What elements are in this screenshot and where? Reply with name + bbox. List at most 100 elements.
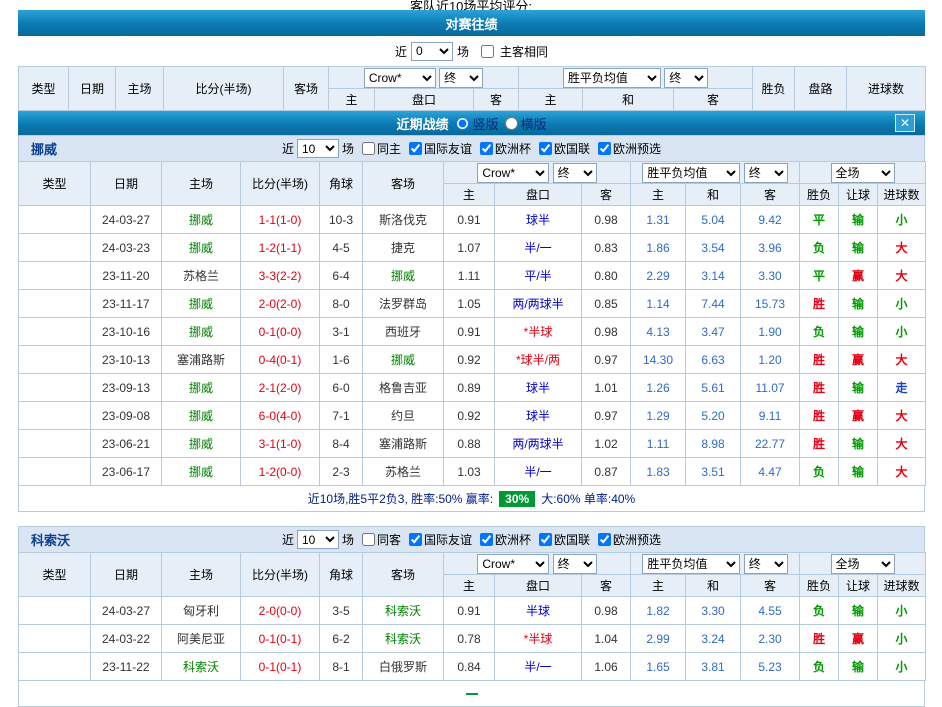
asian-result-cell: 输 bbox=[839, 374, 878, 402]
competition-checkbox[interactable] bbox=[480, 533, 493, 546]
corner-cell: 8-0 bbox=[320, 290, 363, 318]
corner-cell: 2-3 bbox=[320, 458, 363, 486]
same-venue-checkbox[interactable] bbox=[362, 142, 375, 155]
col-score: 比分(半场) bbox=[241, 162, 320, 206]
mean-odds-select[interactable]: 胜平负均值 bbox=[642, 163, 740, 183]
date-cell: 23-06-21 bbox=[91, 430, 162, 458]
period-select[interactable]: 全场 bbox=[831, 554, 895, 574]
col-result: 胜负 bbox=[800, 184, 839, 206]
matches-label: 场 bbox=[457, 43, 469, 60]
competition-cell: 欧洲杯 bbox=[19, 318, 91, 346]
asian-result-cell: 输 bbox=[839, 430, 878, 458]
away-team-cell: 挪威 bbox=[363, 262, 444, 290]
date-cell: 23-10-13 bbox=[91, 346, 162, 374]
competition-cell: 国际友谊 bbox=[19, 402, 91, 430]
same-venue-checkbox[interactable] bbox=[362, 533, 375, 546]
mean-away-cell: 2.30 bbox=[741, 625, 800, 653]
col-mean-home: 主 bbox=[631, 575, 686, 597]
col-handicap: 盘口 bbox=[495, 575, 582, 597]
competition-checkbox[interactable] bbox=[409, 142, 422, 155]
date-cell: 23-11-22 bbox=[91, 653, 162, 681]
goals-cell: 大 bbox=[878, 262, 926, 290]
score-cell: 0-1(0-1) bbox=[241, 625, 320, 653]
home-odds-cell: 0.84 bbox=[444, 653, 495, 681]
competition-checkbox[interactable] bbox=[409, 533, 422, 546]
home-team-cell: 挪威 bbox=[162, 290, 241, 318]
win-rate-badge: 30% bbox=[499, 491, 535, 507]
mean-draw-cell: 5.20 bbox=[686, 402, 741, 430]
mean-draw-cell: 3.30 bbox=[686, 597, 741, 625]
col-home-odds: 主 bbox=[444, 575, 495, 597]
col-goals: 进球数 bbox=[878, 575, 926, 597]
mean-home-cell: 1.14 bbox=[631, 290, 686, 318]
final-mean-select[interactable]: 终 bbox=[744, 554, 788, 574]
mean-odds-select[interactable]: 胜平负均值 bbox=[642, 554, 740, 574]
final-mean-select[interactable]: 终 bbox=[744, 163, 788, 183]
mean-odds-select[interactable]: 胜平负均值 bbox=[563, 68, 661, 88]
final-odds-select[interactable]: 终 bbox=[439, 68, 483, 88]
competition-label: 欧洲杯 bbox=[495, 531, 531, 548]
competition-label: 国际友谊 bbox=[424, 531, 472, 548]
asian-result-cell: 输 bbox=[839, 597, 878, 625]
odds-source-select[interactable]: Crow* bbox=[364, 68, 436, 88]
matches-label: 场 bbox=[342, 531, 354, 548]
asian-result-cell: 赢 bbox=[839, 402, 878, 430]
result-cell: 胜 bbox=[800, 430, 839, 458]
h2h-col-mean-away: 客 bbox=[674, 89, 753, 111]
mean-away-cell: 9.11 bbox=[741, 402, 800, 430]
odds-select-cell: Crow* 终 bbox=[444, 553, 631, 575]
h2h-col-type: 类型 bbox=[19, 67, 69, 111]
date-cell: 23-09-08 bbox=[91, 402, 162, 430]
h2h-col-score: 比分(半场) bbox=[164, 67, 284, 111]
h2h-mean-select-cell: 胜平负均值 终 bbox=[519, 67, 753, 89]
final-odds-select[interactable]: 终 bbox=[553, 554, 597, 574]
competition-checkbox[interactable] bbox=[539, 142, 552, 155]
goals-cell: 小 bbox=[878, 318, 926, 346]
asian-result-cell: 输 bbox=[839, 653, 878, 681]
mean-away-cell: 3.96 bbox=[741, 234, 800, 262]
score-cell: 2-0(2-0) bbox=[241, 290, 320, 318]
period-select[interactable]: 全场 bbox=[831, 163, 895, 183]
competition-cell: 欧洲杯 bbox=[19, 430, 91, 458]
col-away: 客场 bbox=[363, 162, 444, 206]
goals-cell: 小 bbox=[878, 206, 926, 234]
odds-source-select[interactable]: Crow* bbox=[477, 554, 549, 574]
competition-checkbox[interactable] bbox=[539, 533, 552, 546]
mean-home-cell: 14.30 bbox=[631, 346, 686, 374]
corner-cell: 8-1 bbox=[320, 653, 363, 681]
h2h-count-select[interactable]: 0 bbox=[411, 42, 453, 61]
asian-result-cell: 赢 bbox=[839, 346, 878, 374]
mean-draw-cell: 5.61 bbox=[686, 374, 741, 402]
result-cell: 负 bbox=[800, 234, 839, 262]
competition-checkbox[interactable] bbox=[480, 142, 493, 155]
vertical-layout-radio[interactable] bbox=[456, 117, 469, 130]
odds-source-select[interactable]: Crow* bbox=[477, 163, 549, 183]
home-odds-cell: 1.11 bbox=[444, 262, 495, 290]
result-cell: 平 bbox=[800, 262, 839, 290]
same-venue-label: 同主 bbox=[377, 140, 401, 157]
match-row: 国际友谊 24-03-27 匈牙利 2-0(0-0) 3-5 科索沃 0.91 … bbox=[19, 597, 926, 625]
close-icon[interactable]: ✕ bbox=[895, 114, 915, 132]
home-odds-cell: 1.03 bbox=[444, 458, 495, 486]
handicap-cell: 半/一 bbox=[495, 234, 582, 262]
horizontal-layout-label: 横版 bbox=[521, 114, 547, 133]
away-odds-cell: 1.01 bbox=[582, 374, 631, 402]
away-team-cell: 白俄罗斯 bbox=[363, 653, 444, 681]
mean-away-cell: 22.77 bbox=[741, 430, 800, 458]
corner-cell: 6-2 bbox=[320, 625, 363, 653]
mean-away-cell: 1.90 bbox=[741, 318, 800, 346]
competition-checkbox[interactable] bbox=[598, 533, 611, 546]
final-odds-select[interactable]: 终 bbox=[553, 163, 597, 183]
competition-checkbox[interactable] bbox=[598, 142, 611, 155]
horizontal-layout-radio[interactable] bbox=[505, 117, 518, 130]
match-count-select[interactable]: 10 bbox=[297, 530, 339, 549]
competition-label: 欧国联 bbox=[554, 140, 590, 157]
same-home-away-checkbox[interactable] bbox=[481, 45, 494, 58]
home-team-cell: 挪威 bbox=[162, 374, 241, 402]
final-mean-select[interactable]: 终 bbox=[664, 68, 708, 88]
match-count-select[interactable]: 10 bbox=[297, 139, 339, 158]
competition-cell: 欧洲杯 bbox=[19, 374, 91, 402]
handicap-cell: *半球 bbox=[495, 625, 582, 653]
date-cell: 24-03-22 bbox=[91, 625, 162, 653]
goals-cell: 大 bbox=[878, 402, 926, 430]
